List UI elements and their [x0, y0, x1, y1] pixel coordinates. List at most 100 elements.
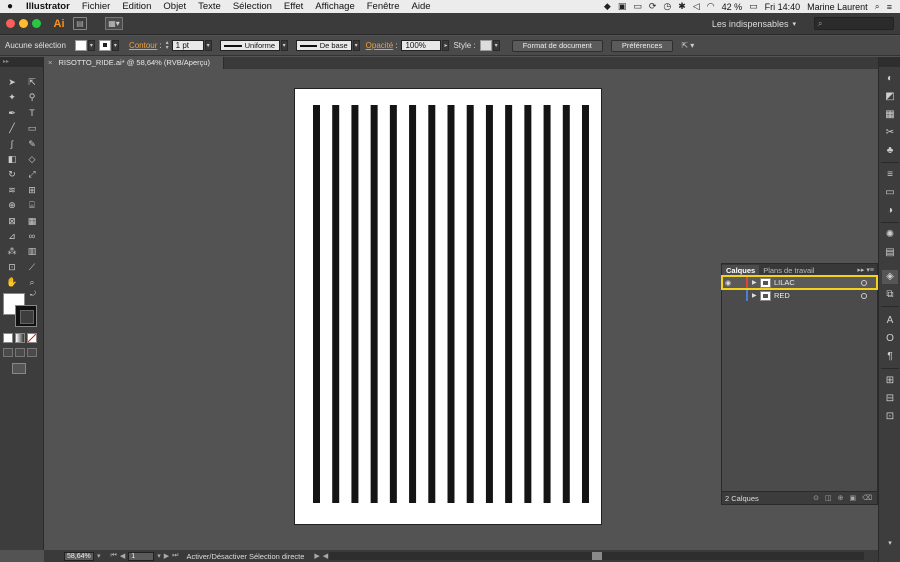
notification-center-icon[interactable]: ≡: [887, 2, 892, 12]
opacity-dropdown-icon[interactable]: ▸: [442, 40, 450, 51]
menu-aide[interactable]: Aide: [406, 1, 437, 12]
locate-object-icon[interactable]: ⊙: [813, 494, 819, 502]
prev-artboard-icon[interactable]: ◀: [120, 552, 125, 560]
draw-inside-icon[interactable]: [27, 348, 37, 357]
color-icon[interactable]: ◐: [882, 72, 898, 86]
panel-collapse-icon[interactable]: ▸▸ ▾≡: [857, 265, 877, 276]
arrange-documents-icon[interactable]: ▦▾: [105, 17, 123, 30]
free-transform-icon[interactable]: ⊞: [23, 183, 41, 198]
variable-width-profile[interactable]: Uniforme: [219, 40, 280, 51]
stripe[interactable]: [313, 105, 320, 503]
scrollbar-thumb[interactable]: [592, 552, 602, 560]
swap-fill-stroke-icon[interactable]: ⤾: [30, 291, 36, 299]
close-window-icon[interactable]: [6, 19, 15, 28]
layer-row[interactable]: ▶ RED: [722, 289, 877, 302]
control-panel-menu-icon[interactable]: ⇱ ▾: [681, 41, 694, 50]
menu-texte[interactable]: Texte: [192, 1, 227, 12]
gradient-icon[interactable]: ▦: [23, 214, 41, 229]
bluetooth-icon[interactable]: ✱: [678, 1, 686, 12]
target-circle-icon[interactable]: [861, 279, 867, 286]
swatches-icon[interactable]: ▦: [882, 108, 898, 122]
expand-triangle-icon[interactable]: ▶: [752, 292, 760, 299]
selection-tool-icon[interactable]: ➤: [3, 75, 21, 90]
clipping-mask-icon[interactable]: ◫: [825, 494, 832, 502]
dropbox-icon[interactable]: ◆: [604, 1, 611, 12]
opentype-icon[interactable]: O: [882, 332, 898, 346]
hand-icon[interactable]: ✋: [3, 275, 21, 290]
tab-layers[interactable]: Calques: [722, 265, 760, 276]
perspective-icon[interactable]: ⌸: [23, 198, 41, 213]
scale-icon[interactable]: ⤢: [23, 167, 41, 182]
artboards-icon[interactable]: ⧉: [882, 288, 898, 302]
graphic-style-swatch[interactable]: [479, 40, 492, 51]
stroke-weight-dropdown-icon[interactable]: ▾: [204, 40, 212, 51]
document-tab[interactable]: × RISOTTO_RIDE.ai* @ 58,64% (RVB/Aperçu): [44, 57, 224, 69]
blend-icon[interactable]: ∞: [23, 229, 41, 244]
wifi-icon[interactable]: ◠: [707, 1, 715, 12]
menu-objet[interactable]: Objet: [157, 1, 192, 12]
stroke-color-box[interactable]: [15, 305, 37, 327]
opacity-field[interactable]: 100%: [401, 40, 442, 51]
transparency-icon[interactable]: ◑: [882, 204, 898, 218]
last-artboard-icon[interactable]: ⏭: [172, 552, 178, 560]
rotate-icon[interactable]: ↻: [3, 167, 21, 182]
symbols-icon[interactable]: ♣: [882, 144, 898, 158]
shape-builder-icon[interactable]: ⊕: [3, 198, 21, 213]
stripe[interactable]: [370, 105, 378, 503]
volume-icon[interactable]: ◁: [693, 1, 700, 12]
pathfinder-icon[interactable]: ⊡: [882, 410, 898, 424]
display-icon[interactable]: ▭: [633, 1, 642, 12]
pencil-icon[interactable]: ✎: [23, 137, 41, 152]
stripe[interactable]: [485, 105, 493, 503]
zoom-window-icon[interactable]: [32, 19, 41, 28]
apple-menu-icon[interactable]: ●: [0, 1, 20, 12]
paragraph-icon[interactable]: ¶: [882, 350, 898, 364]
artboard-number-field[interactable]: 1: [128, 551, 155, 561]
menu-affichage[interactable]: Affichage: [309, 1, 360, 12]
mesh-icon[interactable]: ⊠: [3, 214, 21, 229]
tools-panel-header[interactable]: ▸▸: [0, 57, 43, 67]
expand-triangle-icon[interactable]: ▶: [752, 279, 760, 286]
stripes-artwork[interactable]: [313, 105, 589, 503]
horizontal-scrollbar[interactable]: [329, 552, 864, 560]
menu-fichier[interactable]: Fichier: [76, 1, 117, 12]
line-icon[interactable]: ╱: [3, 121, 21, 136]
layer-name[interactable]: LILAC: [774, 278, 795, 287]
stripe[interactable]: [332, 105, 340, 503]
search-input[interactable]: ⌕: [814, 17, 894, 30]
target-circle-icon[interactable]: [861, 292, 867, 299]
graphic-styles-icon[interactable]: ▤: [882, 246, 898, 260]
spotlight-icon[interactable]: ⌕: [875, 1, 880, 12]
stroke-weight-field[interactable]: 1 pt: [171, 40, 204, 51]
slice-icon[interactable]: ⟋: [23, 260, 41, 275]
stroke-icon[interactable]: ≡: [882, 168, 898, 182]
status-text[interactable]: Activer/Désactiver Sélection directe: [186, 552, 304, 561]
zoom-dropdown-icon[interactable]: ▾: [97, 552, 101, 560]
eyedropper-icon[interactable]: ⊿: [3, 229, 21, 244]
rectangle-icon[interactable]: ▭: [23, 121, 41, 136]
next-artboard-icon[interactable]: ▶: [164, 552, 169, 560]
brush-definition[interactable]: De base: [295, 40, 352, 51]
evernote-icon[interactable]: ▣: [618, 1, 627, 12]
pen-icon[interactable]: ✒: [3, 106, 21, 121]
stroke-swatch[interactable]: [98, 40, 111, 51]
type-icon[interactable]: T: [23, 106, 41, 121]
none-mode-icon[interactable]: [27, 333, 37, 343]
workspace-switcher[interactable]: Les indispensables ▾: [712, 19, 796, 29]
character-icon[interactable]: A: [882, 314, 898, 328]
stripe[interactable]: [466, 105, 474, 503]
status-menu-icon[interactable]: ▶: [314, 552, 319, 560]
graph-icon[interactable]: ▥: [23, 244, 41, 259]
eraser-icon[interactable]: ◇: [23, 152, 41, 167]
stroke-dropdown-icon[interactable]: ▾: [111, 40, 119, 51]
fill-swatch[interactable]: [74, 40, 87, 51]
style-dropdown-icon[interactable]: ▾: [492, 40, 500, 51]
transform-icon[interactable]: ⊞: [882, 374, 898, 388]
layers-icon[interactable]: ◈: [882, 270, 898, 284]
color-guide-icon[interactable]: ◩: [882, 90, 898, 104]
minimize-window-icon[interactable]: [19, 19, 28, 28]
stripe[interactable]: [582, 105, 589, 503]
artboard-tool-icon[interactable]: ⊡: [3, 260, 21, 275]
direct-selection-tool-icon[interactable]: ⇱: [23, 75, 41, 90]
color-mode-icon[interactable]: [3, 333, 13, 343]
